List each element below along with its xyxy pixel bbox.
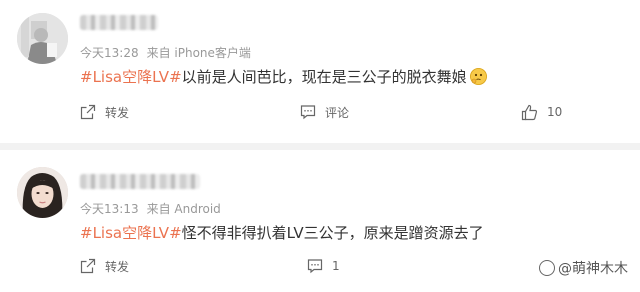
thumbs-up-icon (521, 104, 538, 120)
share-icon (80, 258, 96, 274)
comment-button[interactable]: 1 (307, 254, 340, 278)
topic-link[interactable]: #Lisa空降LV# (80, 224, 182, 242)
comment-text: #Lisa空降LV#怪不得非得扒着LV三公子，原来是蹭资源去了 (80, 222, 484, 243)
comment-body: 怪不得非得扒着LV三公子，原来是蹭资源去了 (181, 224, 484, 242)
comment-card-1: 今天13:28 来自 iPhone客户端 #Lisa空降LV#以前是人间芭比，现在… (0, 0, 640, 143)
post-source: 来自 Android (146, 202, 221, 216)
share-button[interactable]: 转发 (80, 254, 129, 278)
comment-button[interactable]: 评论 (300, 100, 349, 124)
comment-count: 1 (332, 259, 340, 273)
comment-label: 评论 (325, 105, 350, 120)
watermark-text: @萌神木木 (558, 261, 628, 277)
post-meta: 今天13:28 来自 iPhone客户端 (80, 44, 251, 61)
share-label: 转发 (105, 259, 130, 274)
watermark-logo-icon (539, 260, 555, 276)
comment-body: 以前是人间芭比，现在是三公子的脱衣舞娘 (181, 68, 467, 86)
like-count: 10 (547, 105, 563, 119)
comment-icon (300, 105, 316, 120)
avatar[interactable] (17, 167, 68, 218)
username-redacted (80, 15, 158, 30)
post-source: 来自 iPhone客户端 (146, 46, 251, 60)
comment-icon (307, 259, 323, 274)
post-meta: 今天13:13 来自 Android (80, 200, 221, 217)
watermark: @萌神木木 (539, 258, 628, 278)
action-bar: 转发 评论 10 (0, 100, 640, 124)
share-icon (80, 104, 96, 120)
comment-text: #Lisa空降LV#以前是人间芭比，现在是三公子的脱衣舞娘 (80, 66, 487, 87)
share-button[interactable]: 转发 (80, 100, 129, 124)
post-time: 今天13:13 (80, 202, 139, 216)
avatar[interactable] (17, 13, 68, 64)
share-label: 转发 (105, 105, 130, 120)
like-button[interactable]: 10 (521, 100, 562, 124)
username-redacted (80, 174, 200, 189)
comment-card-2: 今天13:13 来自 Android #Lisa空降LV#怪不得非得扒着LV三公子… (0, 150, 640, 292)
post-time: 今天13:28 (80, 46, 139, 60)
topic-link[interactable]: #Lisa空降LV# (80, 68, 182, 86)
thinking-emoji-icon (469, 68, 487, 85)
divider (0, 143, 640, 150)
